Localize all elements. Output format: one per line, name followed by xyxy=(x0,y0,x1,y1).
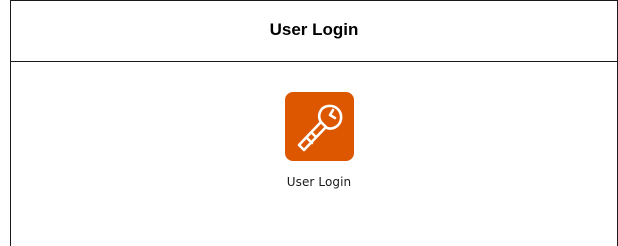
panel-title: User Login xyxy=(269,20,359,39)
user-login-tile[interactable] xyxy=(284,92,354,161)
login-panel: User Login User Login xyxy=(10,0,618,246)
user-login-launcher[interactable]: User Login xyxy=(261,90,371,220)
key-icon xyxy=(297,104,343,151)
user-login-label[interactable]: User Login xyxy=(287,175,352,189)
panel-header: User Login xyxy=(11,1,617,62)
